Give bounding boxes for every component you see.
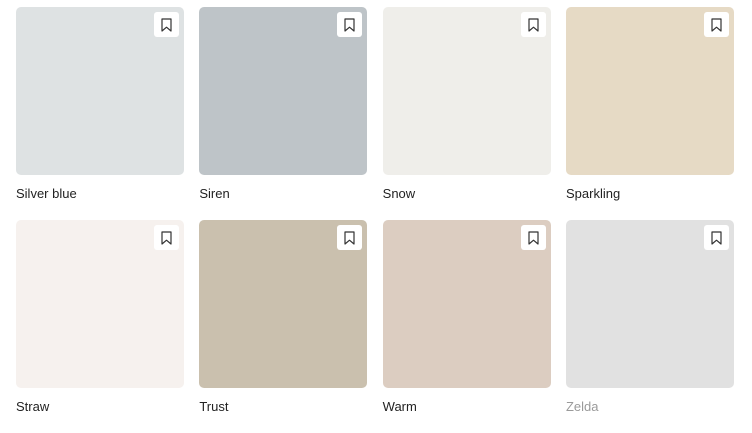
color-name[interactable]: Snow — [383, 186, 416, 201]
color-card[interactable]: Siren — [199, 7, 368, 220]
color-name[interactable]: Warm — [383, 399, 417, 414]
bookmark-icon — [711, 230, 722, 245]
bookmark-button[interactable] — [337, 225, 363, 250]
bookmark-icon — [528, 230, 539, 245]
color-swatch-grid: Silver blue Siren Snow Sparkling Straw T — [16, 7, 736, 433]
bookmark-icon — [344, 17, 355, 32]
color-card[interactable]: Trust — [199, 220, 368, 433]
bookmark-button[interactable] — [520, 225, 546, 250]
color-name[interactable]: Silver blue — [16, 186, 77, 201]
bookmark-icon — [161, 230, 172, 245]
bookmark-button[interactable] — [337, 12, 363, 37]
bookmark-icon — [344, 230, 355, 245]
bookmark-button[interactable] — [703, 225, 729, 250]
bookmark-button[interactable] — [154, 225, 179, 250]
color-card[interactable]: Warm — [382, 220, 551, 433]
color-card[interactable]: Zelda — [565, 220, 734, 433]
bookmark-button[interactable] — [154, 12, 179, 37]
color-card[interactable]: Straw — [16, 220, 184, 433]
bookmark-icon — [528, 17, 539, 32]
color-card[interactable]: Sparkling — [565, 7, 734, 220]
color-card[interactable]: Silver blue — [16, 7, 184, 220]
bookmark-icon — [711, 17, 722, 32]
bookmark-icon — [161, 17, 172, 32]
color-name[interactable]: Trust — [199, 399, 228, 414]
bookmark-button[interactable] — [703, 12, 729, 37]
color-card[interactable]: Snow — [382, 7, 551, 220]
bookmark-button[interactable] — [520, 12, 546, 37]
color-name[interactable]: Straw — [16, 399, 49, 414]
color-name[interactable]: Siren — [199, 186, 229, 201]
color-name[interactable]: Sparkling — [566, 186, 620, 201]
color-name[interactable]: Zelda — [566, 399, 599, 414]
